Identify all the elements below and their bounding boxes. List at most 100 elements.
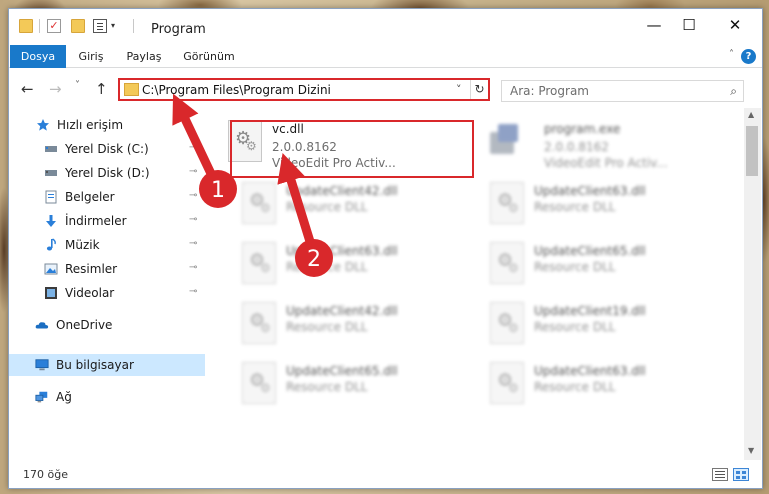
pin-icon[interactable]: ⊸ xyxy=(189,166,197,177)
properties-check-icon[interactable]: ✓ xyxy=(47,19,61,33)
star-icon xyxy=(37,119,49,131)
highlight-box xyxy=(230,120,474,178)
file-description: Resource DLL xyxy=(286,380,368,394)
navigation-bar: ← → ˅ ↑ C:\Program Files\Program Dizini … xyxy=(9,68,762,108)
scroll-thumb[interactable] xyxy=(746,126,758,176)
tiles-view-icon[interactable] xyxy=(733,468,749,481)
new-folder-icon[interactable] xyxy=(71,19,85,33)
collapse-ribbon-icon[interactable]: ˄ xyxy=(729,49,734,60)
quick-access-dropdown-icon[interactable]: ▾ xyxy=(111,21,115,30)
vertical-scrollbar[interactable]: ▲ ▼ xyxy=(744,108,761,460)
exe-file-icon xyxy=(490,124,520,156)
computer-icon xyxy=(35,359,49,371)
file-item[interactable]: UpdateClient42.dll Resource DLL xyxy=(238,176,478,232)
scroll-up-icon[interactable]: ▲ xyxy=(748,110,754,119)
pin-icon[interactable]: ⊸ xyxy=(189,286,197,297)
pin-icon[interactable]: ⊸ xyxy=(189,262,197,273)
file-name: UpdateClient65.dll xyxy=(534,244,646,258)
sidebar-item-local-disk-c[interactable]: Yerel Disk (C:) ⊸ xyxy=(9,138,205,160)
sidebar-item-quick-access[interactable]: Hızlı erişim xyxy=(9,114,205,136)
title-bar: ✓ ▾ Program — ☐ ✕ xyxy=(9,9,762,41)
file-item[interactable]: UpdateClient63.dll Resource DLL xyxy=(486,356,726,412)
file-name: UpdateClient63.dll xyxy=(534,364,646,378)
file-description: Resource DLL xyxy=(534,260,616,274)
sidebar-item-label: Bu bilgisayar xyxy=(56,358,134,372)
dll-file-icon xyxy=(242,362,276,404)
sidebar-item-local-disk-d[interactable]: Yerel Disk (D:) ⊸ xyxy=(9,162,205,184)
file-description: Resource DLL xyxy=(286,200,368,214)
tab-giris[interactable]: Giriş xyxy=(75,45,107,68)
file-item-program-exe[interactable]: program.exe 2.0.0.8162 VideoEdit Pro Act… xyxy=(484,114,724,170)
file-name: UpdateClient42.dll xyxy=(286,184,398,198)
scroll-down-icon[interactable]: ▼ xyxy=(748,446,754,455)
download-icon xyxy=(46,215,56,227)
file-description: Resource DLL xyxy=(286,320,368,334)
sidebar-item-this-pc[interactable]: Bu bilgisayar xyxy=(9,354,205,376)
dll-file-icon xyxy=(490,182,524,224)
pin-icon[interactable]: ⊸ xyxy=(189,190,197,201)
navigation-pane: Hızlı erişim Yerel Disk (C:) ⊸ Yerel Dis… xyxy=(9,108,205,460)
minimize-button[interactable]: — xyxy=(639,15,669,35)
ribbon-tabs: Dosya Giriş Paylaş Görünüm ˄ ? xyxy=(9,45,762,68)
close-button[interactable]: ✕ xyxy=(720,15,750,35)
customize-list-icon[interactable] xyxy=(93,19,107,33)
sidebar-item-downloads[interactable]: İndirmeler ⊸ xyxy=(9,210,205,232)
file-name: UpdateClient19.dll xyxy=(534,304,646,318)
dll-file-icon xyxy=(490,242,524,284)
sidebar-item-label: Videolar xyxy=(65,286,115,300)
drive-icon xyxy=(45,170,57,176)
refresh-button[interactable]: ↻ xyxy=(470,80,488,99)
file-item[interactable]: UpdateClient63.dll Resource DLL xyxy=(486,176,726,232)
address-path[interactable]: C:\Program Files\Program Dizini xyxy=(142,83,331,97)
file-description: Resource DLL xyxy=(286,260,368,274)
tab-paylas[interactable]: Paylaş xyxy=(122,45,166,68)
search-placeholder: Ara: Program xyxy=(510,84,589,98)
file-name: UpdateClient63.dll xyxy=(286,244,398,258)
file-item[interactable]: UpdateClient65.dll Resource DLL xyxy=(486,236,726,292)
window-title: Program xyxy=(151,22,206,37)
address-bar[interactable]: C:\Program Files\Program Dizini ˅ ↻ xyxy=(118,78,490,101)
sidebar-item-videos[interactable]: Videolar ⊸ xyxy=(9,282,205,304)
pin-icon[interactable]: ⊸ xyxy=(189,142,197,153)
sidebar-item-network[interactable]: Ağ xyxy=(9,386,205,408)
file-version: 2.0.0.8162 xyxy=(544,140,609,154)
search-input[interactable]: Ara: Program ⌕ xyxy=(501,80,744,102)
file-item[interactable]: UpdateClient63.dll Resource DLL xyxy=(238,236,478,292)
file-description: VideoEdit Pro Activ... xyxy=(544,156,668,170)
pin-icon[interactable]: ⊸ xyxy=(189,214,197,225)
details-view-icon[interactable] xyxy=(712,468,728,481)
maximize-button[interactable]: ☐ xyxy=(674,15,704,35)
help-icon[interactable]: ? xyxy=(741,49,756,64)
toolbar-separator xyxy=(39,19,40,33)
file-item[interactable]: UpdateClient19.dll Resource DLL xyxy=(486,296,726,352)
address-dropdown-icon[interactable]: ˅ xyxy=(456,83,462,96)
tab-dosya[interactable]: Dosya xyxy=(10,45,66,68)
file-item[interactable]: UpdateClient42.dll Resource DLL xyxy=(238,296,478,352)
file-item[interactable]: UpdateClient65.dll Resource DLL xyxy=(238,356,478,412)
sidebar-item-label: Belgeler xyxy=(65,190,115,204)
file-name: UpdateClient63.dll xyxy=(534,184,646,198)
tab-gorunum[interactable]: Görünüm xyxy=(181,45,237,68)
status-bar: 170 öğe xyxy=(9,460,762,488)
sidebar-item-documents[interactable]: Belgeler ⊸ xyxy=(9,186,205,208)
dll-file-icon xyxy=(242,302,276,344)
document-icon xyxy=(45,190,57,204)
search-icon[interactable]: ⌕ xyxy=(730,84,737,99)
file-description: Resource DLL xyxy=(534,380,616,394)
video-icon xyxy=(45,287,57,299)
dll-file-icon xyxy=(242,242,276,284)
sidebar-item-pictures[interactable]: Resimler ⊸ xyxy=(9,258,205,280)
recent-locations-icon[interactable]: ˅ xyxy=(75,80,80,91)
back-button[interactable]: ← xyxy=(21,80,34,98)
pin-icon[interactable]: ⊸ xyxy=(189,238,197,249)
sidebar-item-label: Yerel Disk (D:) xyxy=(65,166,150,180)
sidebar-item-music[interactable]: Müzik ⊸ xyxy=(9,234,205,256)
dll-file-icon xyxy=(490,302,524,344)
forward-button[interactable]: → xyxy=(49,80,62,98)
sidebar-item-onedrive[interactable]: OneDrive xyxy=(9,314,205,336)
sidebar-item-label: Müzik xyxy=(65,238,100,252)
network-icon xyxy=(35,391,48,403)
sidebar-item-label: Ağ xyxy=(56,390,72,404)
toolbar-separator xyxy=(133,19,134,33)
up-button[interactable]: ↑ xyxy=(95,80,108,98)
